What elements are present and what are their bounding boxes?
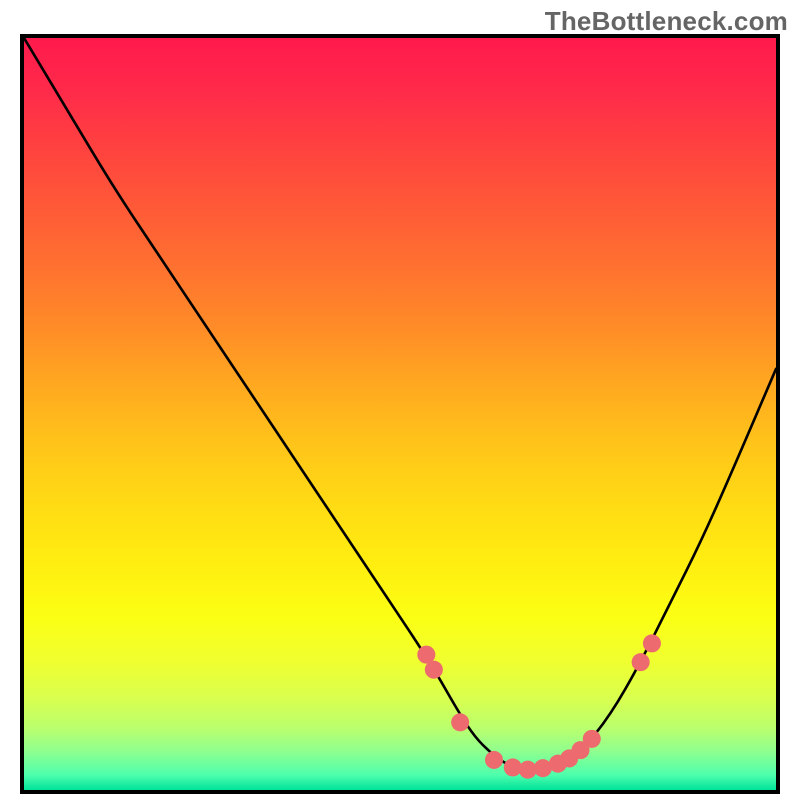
chart-container: TheBottleneck.com — [0, 0, 800, 800]
curve-line — [24, 38, 776, 770]
marker-point — [583, 730, 601, 748]
marker-point — [643, 634, 661, 652]
marker-point — [632, 653, 650, 671]
marker-points — [417, 634, 661, 778]
watermark-text: TheBottleneck.com — [545, 6, 788, 37]
marker-point — [485, 751, 503, 769]
chart-svg — [24, 38, 776, 790]
marker-point — [451, 713, 469, 731]
marker-point — [425, 661, 443, 679]
chart-plot-area — [20, 34, 780, 794]
